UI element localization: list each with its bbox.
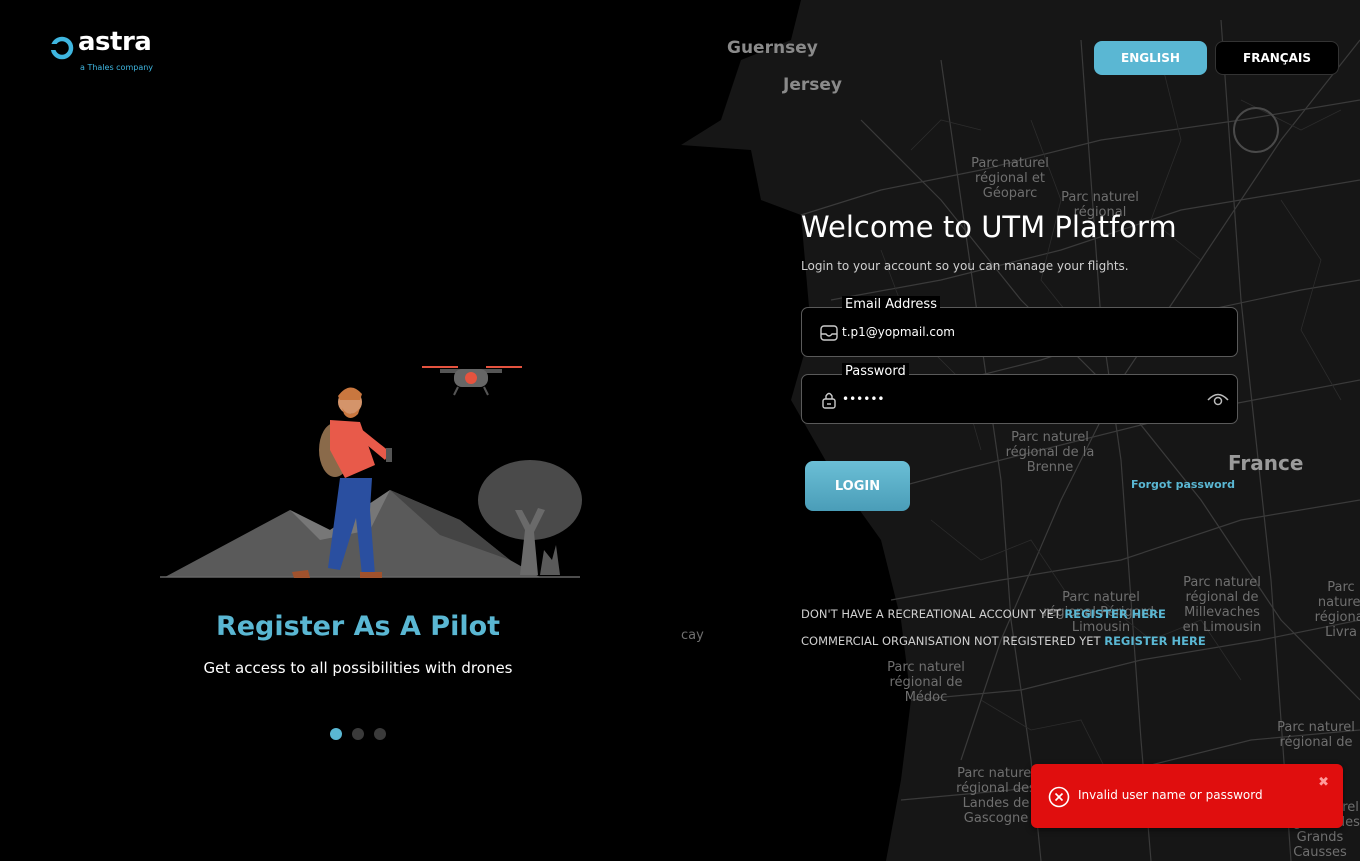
commercial-register-line: COMMERCIAL ORGANISATION NOT REGISTERED Y… <box>801 634 1206 648</box>
lock-icon <box>822 392 836 409</box>
carousel-title: Register As A Pilot <box>215 611 501 642</box>
email-field[interactable]: Email Address <box>801 296 1238 357</box>
recreational-register-link[interactable]: REGISTER HERE <box>1064 607 1165 621</box>
map-label-park-7: Parc naturel régional des Landes de Gasc… <box>956 766 1036 826</box>
forgot-password-link[interactable]: Forgot password <box>1131 478 1235 491</box>
commercial-register-text: COMMERCIAL ORGANISATION NOT REGISTERED Y… <box>801 634 1101 648</box>
error-toast-message: Invalid user name or password <box>1078 788 1263 802</box>
recreational-register-text: DON'T HAVE A RECREATIONAL ACCOUNT YET <box>801 607 1061 621</box>
astra-logo-icon <box>50 36 74 60</box>
map-label-park-1: Parc naturel régional et Géoparc <box>971 156 1049 201</box>
page-subtitle: Login to your account so you can manage … <box>801 259 1129 273</box>
password-input[interactable] <box>842 375 1182 423</box>
pilot-drone-illustration <box>160 366 582 578</box>
inbox-icon <box>820 325 838 341</box>
email-input[interactable] <box>842 308 1182 356</box>
brand-name: astra <box>78 27 152 57</box>
recreational-register-line: DON'T HAVE A RECREATIONAL ACCOUNT YET RE… <box>801 607 1166 621</box>
commercial-register-link[interactable]: REGISTER HERE <box>1104 634 1205 648</box>
map-label-park-4: Parc naturel régional de Millevaches en … <box>1182 575 1262 635</box>
carousel-dot-2[interactable] <box>352 728 364 740</box>
login-button[interactable]: LOGIN <box>805 461 910 511</box>
map-label-park-8: Parc naturel régional de <box>1277 720 1355 750</box>
close-icon[interactable]: ✖ <box>1318 775 1329 790</box>
error-toast: Invalid user name or password ✖ <box>1031 764 1343 828</box>
map-label-park-6: Parc naturel régional de Médoc <box>887 660 965 705</box>
brand-tagline: a Thales company <box>80 63 154 72</box>
page-title: Welcome to UTM Platform <box>801 210 1177 244</box>
map-label-cay: cay <box>681 628 704 643</box>
language-english-button[interactable]: ENGLISH <box>1094 41 1207 75</box>
error-circle-icon <box>1048 786 1070 808</box>
map-label-park-3: Parc naturel régional de la Brenne <box>1005 430 1095 475</box>
map-label-france: France <box>1228 451 1304 475</box>
carousel-dot-1[interactable] <box>330 728 342 740</box>
map-background: Guernsey Jersey France Parc naturel régi… <box>681 0 1360 861</box>
map-label-guernsey: Guernsey <box>727 38 818 58</box>
carousel-description: Get access to all possibilities with dro… <box>203 659 513 677</box>
language-french-button[interactable]: FRANÇAIS <box>1215 41 1339 75</box>
map-label-jersey: Jersey <box>783 75 842 95</box>
show-password-eye-icon[interactable] <box>1207 390 1229 410</box>
carousel-dot-3[interactable] <box>374 728 386 740</box>
map-label-park-10: Parc naturel régional Livra <box>1314 580 1360 640</box>
password-field[interactable]: Password <box>801 363 1238 424</box>
